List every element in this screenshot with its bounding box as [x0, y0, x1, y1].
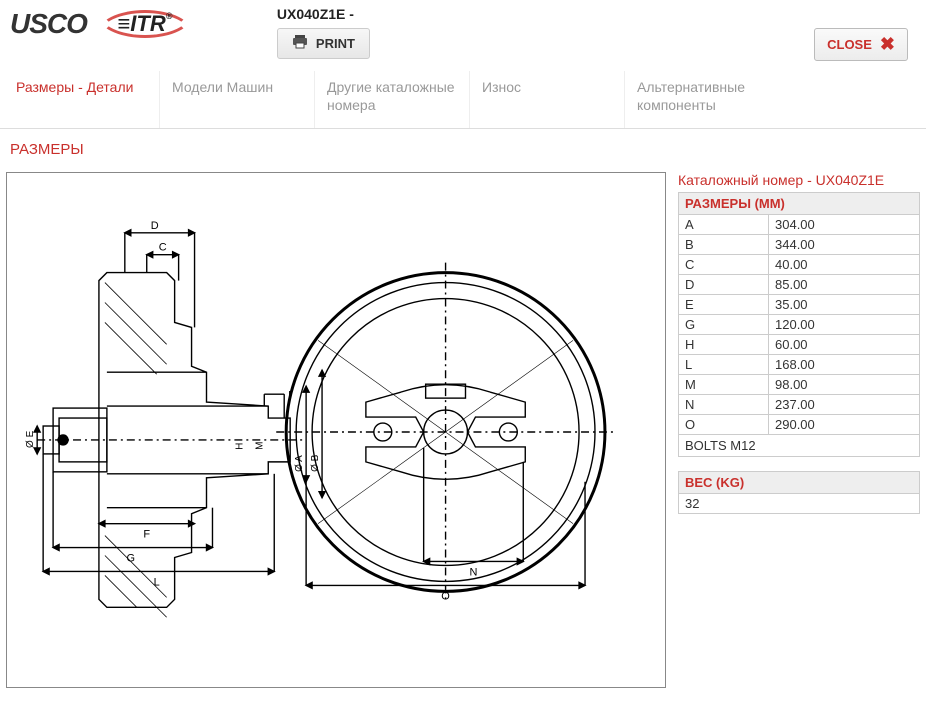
catalog-number: Каталожный номер - UX040Z1E	[678, 172, 920, 188]
table-row: H60.00	[679, 335, 920, 355]
tab-other-catalog[interactable]: Другие каталожные номера	[314, 71, 469, 128]
svg-text:Ø E: Ø E	[25, 430, 36, 448]
print-button[interactable]: PRINT	[277, 28, 370, 59]
svg-text:Ø B: Ø B	[310, 454, 321, 472]
header-center: UX040Z1E - PRINT	[277, 6, 370, 59]
svg-text:M: M	[254, 442, 265, 450]
table-row: E35.00	[679, 295, 920, 315]
logos: USCO ≡ITR®	[10, 6, 193, 42]
section-title: РАЗМЕРЫ	[0, 129, 926, 172]
bolts-row: BOLTS M12	[679, 435, 920, 457]
tab-wear[interactable]: Износ	[469, 71, 624, 128]
table-row: A304.00	[679, 215, 920, 235]
itr-logo: ≡ITR®	[97, 6, 193, 42]
table-row: N237.00	[679, 395, 920, 415]
svg-text:N: N	[470, 566, 478, 578]
svg-text:Ø A: Ø A	[294, 455, 305, 472]
close-icon: ✖	[880, 34, 895, 55]
dimensions-header: РАЗМЕРЫ (MM)	[679, 193, 920, 215]
table-row: B344.00	[679, 235, 920, 255]
svg-text:H: H	[234, 443, 245, 450]
print-icon	[292, 35, 308, 52]
technical-drawing: D C I H M Ø E F	[7, 173, 665, 687]
table-row: O290.00	[679, 415, 920, 435]
tab-dimensions[interactable]: Размеры - Детали	[4, 71, 159, 128]
svg-text:D: D	[151, 220, 159, 232]
tab-machine-models[interactable]: Модели Машин	[159, 71, 314, 128]
tab-alt-components[interactable]: Альтернативные компоненты	[624, 71, 779, 128]
itr-logo-text: ≡ITR®	[117, 11, 172, 37]
table-row: G120.00	[679, 315, 920, 335]
usco-logo: USCO	[10, 8, 87, 40]
content: D C I H M Ø E F	[0, 172, 926, 698]
table-row: M98.00	[679, 375, 920, 395]
drawing-left-view: D C I H M Ø E F	[25, 220, 306, 617]
svg-text:G: G	[127, 552, 136, 564]
print-label: PRINT	[316, 36, 355, 51]
drawing-right-view: Ø A Ø B N O	[276, 263, 615, 603]
close-label: CLOSE	[827, 37, 872, 52]
table-row: L168.00	[679, 355, 920, 375]
svg-text:F: F	[143, 529, 150, 541]
catalog-label: Каталожный номер -	[678, 172, 816, 188]
catalog-value: UX040Z1E	[816, 172, 884, 188]
side-panel: Каталожный номер - UX040Z1E РАЗМЕРЫ (MM)…	[678, 172, 920, 528]
table-row: 32	[679, 494, 920, 514]
svg-text:L: L	[154, 576, 160, 588]
header: USCO ≡ITR® UX040Z1E - PRINT CLOSE ✖	[0, 0, 926, 71]
weight-header: ВЕС (KG)	[679, 472, 920, 494]
weight-table: ВЕС (KG) 32	[678, 471, 920, 514]
drawing-pane: D C I H M Ø E F	[6, 172, 666, 688]
tabs: Размеры - Детали Модели Машин Другие кат…	[0, 71, 926, 129]
table-row: C40.00	[679, 255, 920, 275]
svg-text:C: C	[159, 242, 167, 254]
svg-text:O: O	[441, 590, 450, 602]
part-title: UX040Z1E -	[277, 6, 370, 22]
dimensions-table: РАЗМЕРЫ (MM) A304.00 B344.00 C40.00 D85.…	[678, 192, 920, 457]
close-button[interactable]: CLOSE ✖	[814, 28, 908, 61]
table-row: D85.00	[679, 275, 920, 295]
